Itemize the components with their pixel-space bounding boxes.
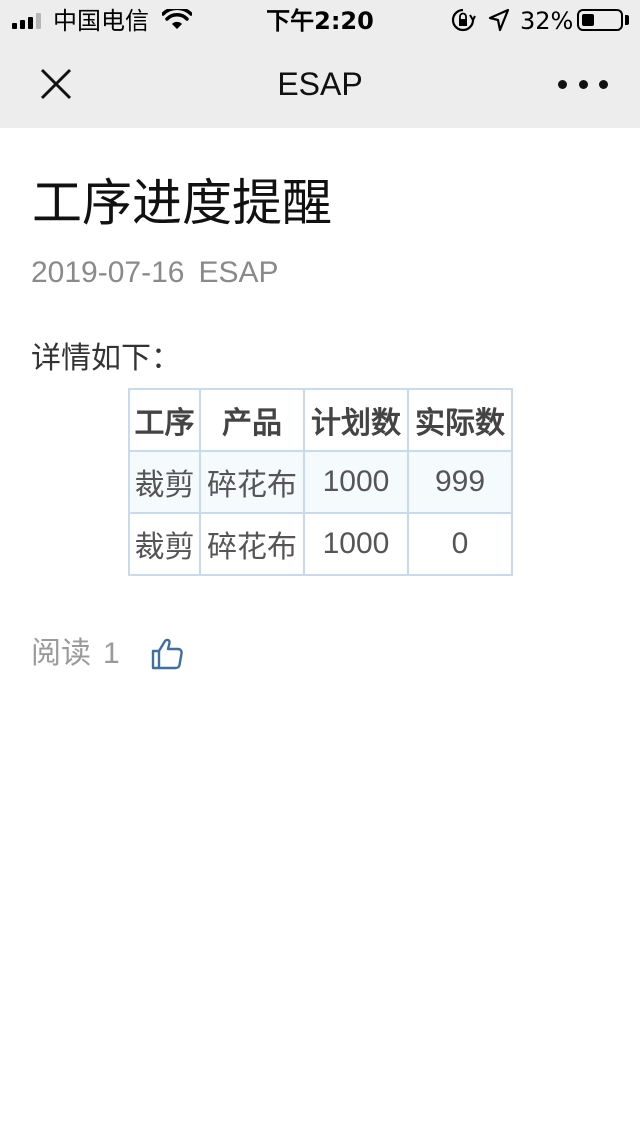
more-icon[interactable] [558, 70, 608, 98]
table-header-row: 工序 产品 计划数 实际数 [128, 388, 513, 452]
table-cell: 裁剪 [128, 512, 201, 576]
status-bar: 中国电信 下午2:20 32% [0, 0, 640, 40]
battery-tip [625, 15, 629, 25]
article-date: 2019-07-16 [31, 256, 185, 289]
table-cell: 碎花布 [199, 450, 305, 514]
battery-icon [577, 9, 623, 31]
nav-title: ESAP [277, 66, 363, 102]
table-header-cell: 工序 [128, 388, 201, 452]
article-footer: 阅读 1 [31, 634, 184, 674]
table-cell: 1000 [303, 512, 409, 576]
read-count: 1 [103, 637, 120, 670]
table-cell: 999 [407, 450, 513, 514]
table-cell: 1000 [303, 450, 409, 514]
table-cell: 碎花布 [199, 512, 305, 576]
article-meta: 2019-07-16 ESAP [31, 255, 279, 291]
table-row: 裁剪 碎花布 1000 0 [128, 512, 513, 576]
nav-bar: ESAP [0, 40, 640, 128]
table-cell: 裁剪 [128, 450, 201, 514]
read-label: 阅读 [31, 636, 91, 671]
article-source[interactable]: ESAP [198, 256, 278, 289]
table-header-cell: 计划数 [303, 388, 409, 452]
table-header-cell: 实际数 [407, 388, 513, 452]
table-row: 裁剪 碎花布 1000 999 [128, 450, 513, 514]
article-intro: 详情如下： [31, 341, 181, 376]
article-title: 工序进度提醒 [32, 174, 332, 232]
battery-level-fill [582, 14, 594, 26]
thumbs-up-icon[interactable] [150, 637, 184, 671]
battery-percentage: 32% [520, 7, 574, 35]
table-cell: 0 [407, 512, 513, 576]
orientation-lock-icon [451, 8, 476, 32]
location-arrow-icon [488, 8, 510, 32]
table-header-cell: 产品 [199, 388, 305, 452]
process-progress-table: 工序 产品 计划数 实际数 裁剪 碎花布 1000 999 裁剪 碎花布 100… [128, 388, 513, 576]
